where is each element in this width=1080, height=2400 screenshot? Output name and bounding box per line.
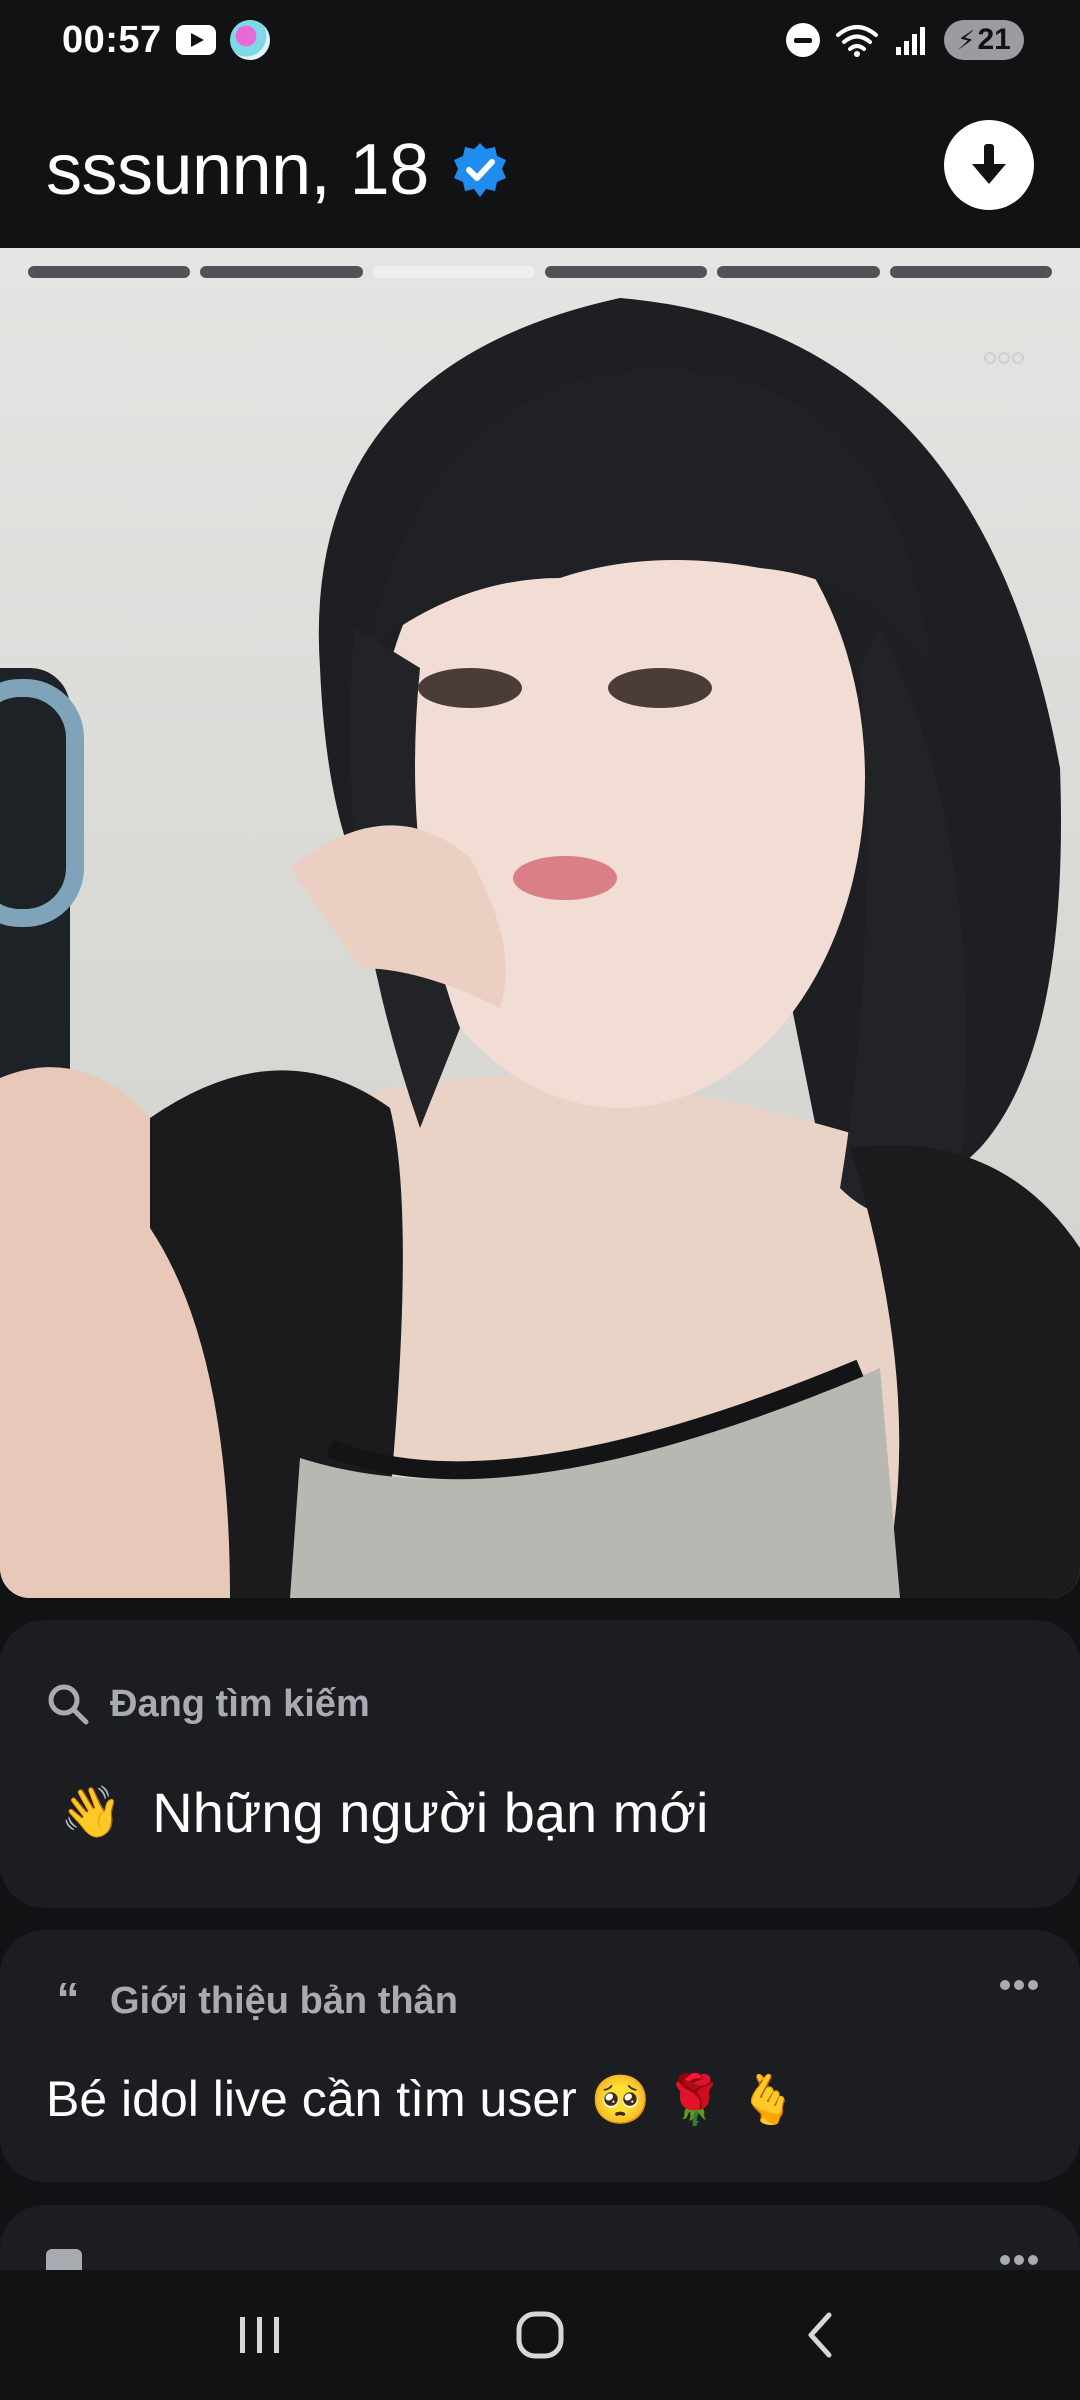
profile-screen: 00:57 ⚡ 21 sssunnn, 18 Đang tìm kiếm 👋 N… <box>0 0 1080 2400</box>
about-header: “ Giới thiệu bản thân <box>46 1976 458 2023</box>
wifi-icon <box>836 25 878 57</box>
arrow-down-icon <box>972 144 1006 184</box>
photo-progress-segment-active <box>372 266 535 278</box>
looking-for-value: 👋 Những người bạn mới <box>60 1780 709 1845</box>
home-icon <box>516 2311 564 2359</box>
photo-progress-segment <box>200 266 363 278</box>
photo-progress-segment <box>544 266 708 278</box>
quote-icon: “ <box>56 1972 80 2025</box>
status-right: ⚡ 21 <box>786 20 1024 60</box>
system-navigation-bar <box>0 2270 1080 2400</box>
looking-for-label: Đang tìm kiếm <box>110 1682 370 1725</box>
do-not-disturb-icon <box>786 23 820 57</box>
looking-for-text: Những người bạn mới <box>152 1781 709 1844</box>
finger-heart-emoji: 🫰 <box>738 2073 799 2127</box>
youtube-icon <box>175 25 216 55</box>
about-text-content: Bé idol live cần tìm user <box>46 2071 577 2127</box>
photo-progress-segment <box>717 266 880 278</box>
back-icon <box>808 2312 832 2358</box>
photo-progress-indicator <box>28 266 1052 278</box>
about-label: Giới thiệu bản thân <box>110 1980 458 2022</box>
recent-apps-button[interactable] <box>215 2290 305 2380</box>
about-text: Bé idol live cần tìm user 🥺 🌹 🫰 <box>46 2070 798 2128</box>
photo-progress-segment <box>889 266 1052 278</box>
app-notification-icon <box>229 20 270 60</box>
photo-progress-segment <box>28 266 191 278</box>
charging-icon: ⚡ <box>957 24 976 55</box>
looking-for-card: Đang tìm kiếm 👋 Những người bạn mới <box>0 1620 1080 1908</box>
status-time: 00:57 <box>62 18 162 61</box>
profile-photo[interactable] <box>0 248 1080 1598</box>
back-button[interactable] <box>775 2290 865 2380</box>
profile-photo-image <box>0 298 1080 1598</box>
profile-header: sssunnn, 18 <box>0 110 1080 230</box>
next-info-more-icon[interactable] <box>1000 2255 1038 2265</box>
status-bar: 00:57 ⚡ 21 <box>0 0 1080 80</box>
recent-apps-icon <box>240 2317 279 2353</box>
rose-emoji: 🌹 <box>664 2073 725 2127</box>
about-card: “ Giới thiệu bản thân Bé idol live cần t… <box>0 1930 1080 2182</box>
profile-name-age: sssunnn, 18 <box>46 130 429 210</box>
status-left: 00:57 <box>62 19 270 62</box>
waving-hand-icon: 👋 <box>60 1784 123 1840</box>
photo-more-icon[interactable] <box>984 352 1024 364</box>
verified-badge-icon[interactable] <box>451 141 509 199</box>
search-icon <box>48 1684 89 1725</box>
home-button[interactable] <box>495 2290 585 2380</box>
about-more-icon[interactable] <box>1000 1980 1038 1990</box>
collapse-profile-button[interactable] <box>944 120 1034 210</box>
pleading-face-emoji: 🥺 <box>590 2073 651 2127</box>
battery-icon: ⚡ 21 <box>944 20 1024 60</box>
battery-level: 21 <box>977 23 1011 56</box>
looking-for-header: Đang tìm kiếm <box>46 1682 370 1726</box>
signal-icon <box>896 27 925 55</box>
